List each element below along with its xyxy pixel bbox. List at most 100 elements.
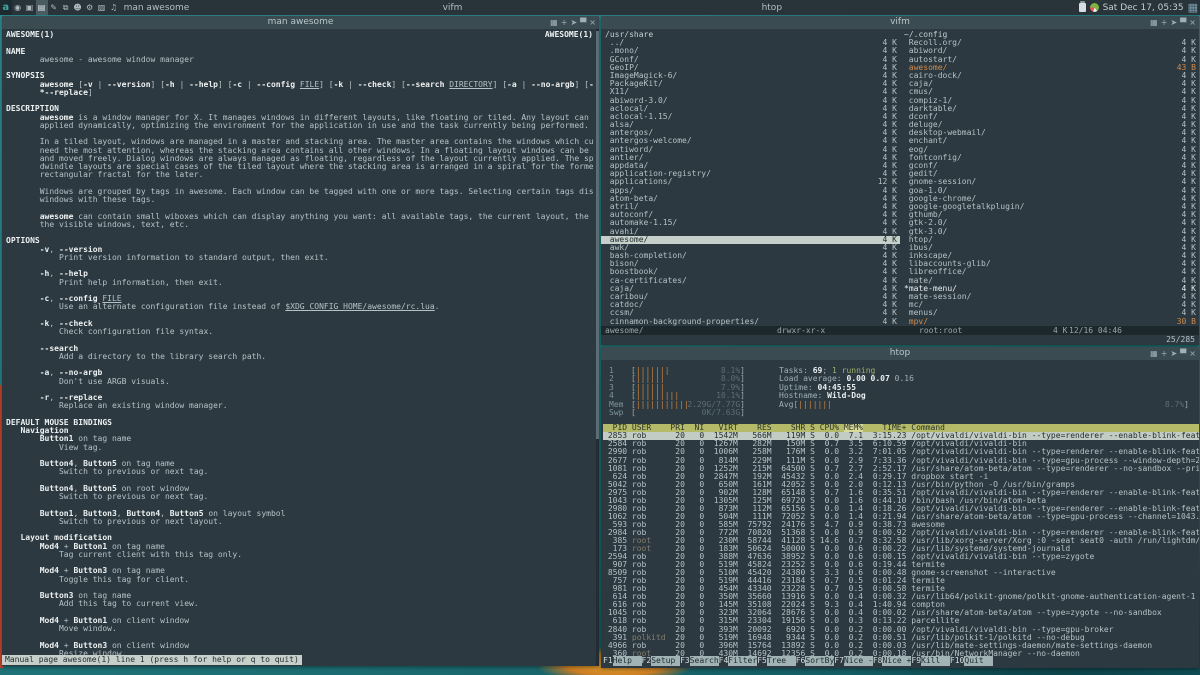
process-row[interactable]: 2840 rob 20 0 393M 20092 6920 S 0.0 0.2 …: [603, 626, 1199, 634]
man-titlebar[interactable]: man awesome ▦ + ➤ ▀ ×: [2, 16, 599, 29]
tag-media-icon[interactable]: ▨: [96, 0, 108, 15]
process-row[interactable]: 173 root 20 0 183M 50624 50000 S 0.0 0.6…: [603, 545, 1199, 553]
file-row[interactable]: dconf/4 K: [900, 113, 1199, 121]
file-row[interactable]: enchant/4 K: [900, 137, 1199, 145]
file-row[interactable]: boostbook/4 K: [601, 268, 900, 276]
ontop-button[interactable]: ▀: [580, 16, 586, 29]
tag-edit-icon[interactable]: ✎: [48, 0, 60, 15]
fn-key-F3[interactable]: F3: [680, 656, 690, 666]
task-htop[interactable]: htop: [760, 0, 1079, 15]
file-row[interactable]: gtk-3.0/4 K: [900, 228, 1199, 236]
process-row[interactable]: 5042 rob 20 0 650M 161M 42052 S 0.0 2.0 …: [603, 481, 1199, 489]
fn-label-F10[interactable]: Quit: [964, 656, 994, 666]
fn-label-F5[interactable]: Tree: [766, 656, 796, 666]
file-row[interactable]: gtk-2.0/4 K: [900, 219, 1199, 227]
fn-label-F3[interactable]: Search: [689, 656, 719, 666]
file-row[interactable]: abiword-3.0/4 K: [601, 97, 900, 105]
clipboard-icon[interactable]: [1078, 1, 1086, 12]
process-row[interactable]: 1062 rob 20 0 504M 111M 72052 S 0.0 1.4 …: [603, 513, 1199, 521]
file-row[interactable]: alsa/4 K: [601, 121, 900, 129]
process-row[interactable]: 614 rob 20 0 350M 35660 13916 S 0.0 0.4 …: [603, 593, 1199, 601]
file-row[interactable]: fontconfig/4 K: [900, 154, 1199, 162]
file-row[interactable]: cmus/4 K: [900, 88, 1199, 96]
process-row[interactable]: 1081 rob 20 0 1252M 215M 64500 S 0.7 2.7…: [603, 465, 1199, 473]
process-row[interactable]: 593 rob 20 0 585M 75792 24176 S 4.7 0.9 …: [603, 521, 1199, 529]
process-row[interactable]: 2584 rob 20 0 1267M 282M 150M S 0.7 3.5 …: [603, 440, 1199, 448]
process-row[interactable]: 907 rob 20 0 519M 45824 23252 S 0.0 0.6 …: [603, 561, 1199, 569]
process-row[interactable]: 2984 rob 20 0 772M 70820 51368 S 0.0 0.9…: [603, 529, 1199, 537]
file-row[interactable]: awesome/4 K: [601, 235, 900, 244]
vifm-titlebar[interactable]: vifm ▦ + ➤ ▀ ×: [601, 16, 1199, 29]
file-row[interactable]: autostart/4 K: [900, 56, 1199, 64]
file-row[interactable]: bison/4 K: [601, 260, 900, 268]
file-row[interactable]: Recoll.org/4 K: [900, 39, 1199, 47]
process-row[interactable]: 618 rob 20 0 315M 23304 19156 S 0.0 0.3 …: [603, 617, 1199, 625]
fn-label-F7[interactable]: Nice -: [843, 656, 873, 666]
file-row[interactable]: atom-beta/4 K: [601, 195, 900, 203]
fn-key-F1[interactable]: F1: [603, 656, 613, 666]
fn-key-F7[interactable]: F7: [834, 656, 844, 666]
fn-key-F10[interactable]: F10: [950, 656, 964, 666]
layout-indicator-icon[interactable]: ▦: [1188, 2, 1198, 13]
file-row[interactable]: antiword/4 K: [601, 146, 900, 154]
file-row[interactable]: mate-session/4 K: [900, 293, 1199, 301]
file-row[interactable]: google-chrome/4 K: [900, 195, 1199, 203]
sticky-button[interactable]: ➤: [1170, 347, 1177, 360]
file-row[interactable]: apps/4 K: [601, 187, 900, 195]
ontop-button[interactable]: ▀: [1180, 16, 1186, 29]
file-row[interactable]: catdoc/4 K: [601, 301, 900, 309]
file-row[interactable]: .mono/4 K: [601, 47, 900, 55]
process-row[interactable]: 624 rob 20 0 2847M 192M 45432 S 0.0 2.4 …: [603, 473, 1199, 481]
file-row[interactable]: libaccounts-glib/4 K: [900, 260, 1199, 268]
file-row[interactable]: mc/4 K: [900, 301, 1199, 309]
fn-key-F6[interactable]: F6: [796, 656, 806, 666]
process-row[interactable]: 2853 rob 20 0 1542M 566M 119M S 0.0 7.1 …: [603, 432, 1199, 441]
fn-key-F5[interactable]: F5: [757, 656, 767, 666]
file-row[interactable]: abiword/4 K: [900, 47, 1199, 55]
fn-key-F8[interactable]: F8: [873, 656, 883, 666]
close-button[interactable]: ×: [1189, 16, 1196, 29]
file-row[interactable]: menus/4 K: [900, 309, 1199, 317]
ontop-button[interactable]: ▀: [1180, 347, 1186, 360]
process-row[interactable]: 385 root 20 0 230M 58744 41128 S 14.6 0.…: [603, 537, 1199, 545]
fn-label-F1[interactable]: Help: [612, 656, 642, 666]
file-row[interactable]: caribou/4 K: [601, 293, 900, 301]
fn-key-F2[interactable]: F2: [642, 656, 652, 666]
file-row[interactable]: *mate-menu/4 K: [900, 285, 1199, 293]
file-row[interactable]: GConf/4 K: [601, 56, 900, 64]
file-row[interactable]: ccsm/4 K: [601, 309, 900, 317]
file-row[interactable]: ibus/4 K: [900, 244, 1199, 252]
htop-titlebar[interactable]: htop ▦ + ➤ ▀ ×: [601, 347, 1199, 360]
task-vifm[interactable]: vifm: [441, 0, 760, 15]
process-row[interactable]: 757 rob 20 0 519M 44416 23184 S 0.7 0.5 …: [603, 577, 1199, 585]
file-row[interactable]: google-googletalkplugin/4 K: [900, 203, 1199, 211]
file-row[interactable]: ca-certificates/4 K: [601, 277, 900, 285]
file-row[interactable]: automake-1.15/4 K: [601, 219, 900, 227]
process-row[interactable]: 391 polkitd 20 0 519M 16948 9344 S 0.0 0…: [603, 634, 1199, 642]
file-row[interactable]: antergos/4 K: [601, 129, 900, 137]
file-row[interactable]: antler/4 K: [601, 154, 900, 162]
file-row[interactable]: mate/4 K: [900, 277, 1199, 285]
file-row[interactable]: desktop-webmail/4 K: [900, 129, 1199, 137]
process-table-header[interactable]: PID USER PRI NI VIRT RES SHR S CPU% MEM%…: [603, 424, 1199, 433]
file-row[interactable]: GeoIP/4 K: [601, 64, 900, 72]
tag-misc-icon[interactable]: ♫: [108, 0, 120, 15]
floating-button[interactable]: ▦: [550, 16, 558, 29]
file-row[interactable]: gthumb/4 K: [900, 211, 1199, 219]
process-row[interactable]: 616 rob 20 0 145M 35108 22024 S 9.3 0.4 …: [603, 601, 1199, 609]
process-row[interactable]: 2990 rob 20 0 1006M 258M 176M S 0.0 3.2 …: [603, 448, 1199, 456]
file-row[interactable]: darktable/4 K: [900, 105, 1199, 113]
fn-label-F6[interactable]: SortBy: [805, 656, 835, 666]
fn-label-F2[interactable]: Setup: [651, 656, 681, 666]
process-row[interactable]: 2594 rob 20 0 388M 47636 38952 S 0.0 0.6…: [603, 553, 1199, 561]
fn-label-F4[interactable]: Filter: [728, 656, 758, 666]
file-row[interactable]: gnome-session/4 K: [900, 178, 1199, 186]
file-row[interactable]: deluge/4 K: [900, 121, 1199, 129]
file-row[interactable]: applications/12 K: [601, 178, 900, 186]
process-row[interactable]: 1045 rob 20 0 323M 32064 28676 S 0.0 0.4…: [603, 609, 1199, 617]
tag-tools-icon[interactable]: ⚙: [84, 0, 96, 15]
fn-key-F9[interactable]: F9: [911, 656, 921, 666]
file-row[interactable]: libreoffice/4 K: [900, 268, 1199, 276]
process-row[interactable]: 2980 rob 20 0 873M 112M 65156 S 0.0 1.4 …: [603, 505, 1199, 513]
file-row[interactable]: awesome/43 B: [900, 64, 1199, 72]
